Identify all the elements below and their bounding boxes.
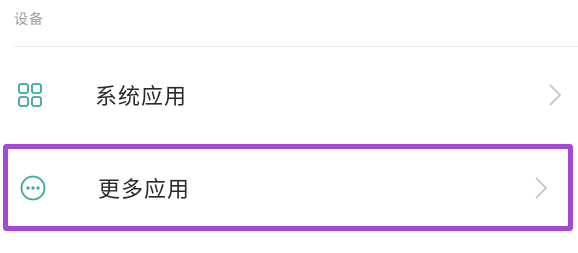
chevron-right-icon [535,176,548,199]
section-divider [14,46,578,47]
grid-icon [18,83,42,107]
list-item-system-apps[interactable]: 系统应用 [0,53,578,137]
chevron-right-icon [549,84,562,106]
list-item-label: 系统应用 [95,85,188,110]
list-item-label: 更多应用 [98,177,191,203]
section-header: 设备 [14,12,44,28]
list-item-more-apps[interactable]: 更多应用 [3,144,573,231]
more-horizontal-circle-icon [20,175,46,200]
